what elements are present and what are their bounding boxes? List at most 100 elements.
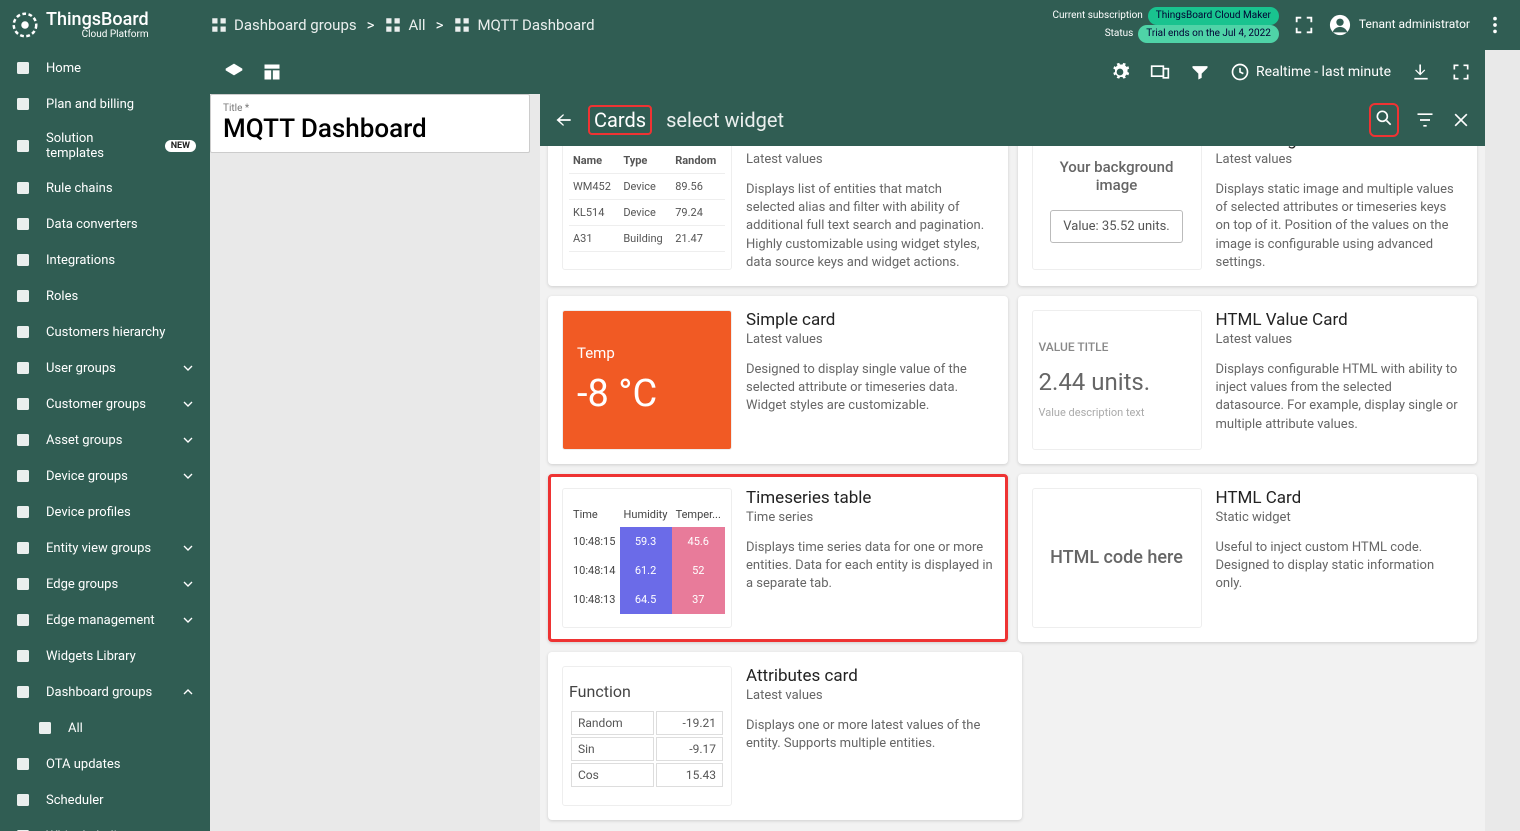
- dashboard-icon: [453, 16, 471, 34]
- widget-subtitle: Latest values: [746, 152, 994, 167]
- dash-icon: [14, 683, 32, 701]
- sidebar-item-label: Scheduler: [46, 793, 196, 808]
- sidebar-item-label: Customers hierarchy: [46, 325, 196, 340]
- widget-subtitle: Static widget: [1216, 510, 1464, 525]
- widget-subtitle: Latest values: [1216, 152, 1464, 167]
- sidebar-item-device-profiles[interactable]: Device profiles: [0, 494, 210, 530]
- new-badge: NEW: [165, 140, 196, 152]
- sidebar-item-plan-and-billing[interactable]: Plan and billing: [0, 86, 210, 122]
- sidebar-item-edge-management[interactable]: Edge management: [0, 602, 210, 638]
- widget-description: Displays configurable HTML with ability …: [1216, 361, 1464, 434]
- sidebar-item-customers-hierarchy[interactable]: Customers hierarchy: [0, 314, 210, 350]
- sidebar-item-white-labeling[interactable]: White Labeling: [0, 818, 210, 831]
- sidebar-item-label: Home: [46, 61, 196, 76]
- subscription-chip: ThingsBoard Cloud Maker: [1148, 7, 1279, 25]
- dashboard-icon: [384, 16, 402, 34]
- sidebar-item-label: Device profiles: [46, 505, 196, 520]
- dashboard-toolbar: Realtime - last minute: [210, 50, 1485, 94]
- back-icon[interactable]: [554, 110, 574, 130]
- sidebar-item-all[interactable]: All: [0, 710, 210, 746]
- sidebar-item-label: Widgets Library: [46, 649, 196, 664]
- sidebar-item-label: Entity view groups: [46, 541, 166, 556]
- sidebar-item-home[interactable]: Home: [0, 50, 210, 86]
- sidebar-item-widgets-library[interactable]: Widgets Library: [0, 638, 210, 674]
- layout-icon[interactable]: [262, 62, 282, 82]
- widget-description: Displays static image and multiple value…: [1216, 181, 1464, 272]
- sidebar-item-integrations[interactable]: Integrations: [0, 242, 210, 278]
- sidebar-item-entity-view-groups[interactable]: Entity view groups: [0, 530, 210, 566]
- chevron-down-icon: [180, 432, 196, 448]
- breadcrumb-dashboard-groups[interactable]: Dashboard groups: [210, 16, 357, 34]
- breadcrumb-all[interactable]: All: [384, 16, 425, 34]
- sidebar-item-edge-groups[interactable]: Edge groups: [0, 566, 210, 602]
- download-icon[interactable]: [1411, 62, 1431, 82]
- logo-text: ThingsBoard: [46, 11, 149, 29]
- sidebar-item-solution-templates[interactable]: Solution templates NEW: [0, 122, 210, 170]
- sched-icon: [14, 791, 32, 809]
- sidebar-item-roles[interactable]: Roles: [0, 278, 210, 314]
- sidebar-item-label: Device groups: [46, 469, 166, 484]
- sidebar-item-user-groups[interactable]: User groups: [0, 350, 210, 386]
- sidebar-item-device-groups[interactable]: Device groups: [0, 458, 210, 494]
- widget-subtitle: Latest values: [746, 688, 1008, 703]
- widget-card-html-card[interactable]: HTML code here HTML Card Static widget U…: [1018, 474, 1478, 642]
- sidebar-item-label: Edge management: [46, 613, 166, 628]
- conv-icon: [14, 215, 32, 233]
- gear-icon[interactable]: [1110, 62, 1130, 82]
- widget-subtitle: Latest values: [1216, 332, 1464, 347]
- sidebar-item-ota-updates[interactable]: OTA updates: [0, 746, 210, 782]
- timewindow-button[interactable]: Realtime - last minute: [1230, 62, 1391, 82]
- title-label: Title *: [223, 103, 517, 114]
- sidebar-item-data-converters[interactable]: Data converters: [0, 206, 210, 242]
- filter-icon[interactable]: [1415, 110, 1435, 130]
- devices-icon[interactable]: [1150, 62, 1170, 82]
- fullscreen-icon[interactable]: [1293, 14, 1315, 36]
- sidebar-item-dashboard-groups[interactable]: Dashboard groups: [0, 674, 210, 710]
- rule-icon: [14, 179, 32, 197]
- sidebar-item-label: Solution templates: [46, 131, 151, 161]
- filter-icon[interactable]: [1190, 62, 1210, 82]
- sidebar-item-rule-chains[interactable]: Rule chains: [0, 170, 210, 206]
- widget-card-timeseries-table[interactable]: TimeHumidityTemper...10:48:1559.345.610:…: [548, 474, 1008, 642]
- chevron-down-icon: [180, 396, 196, 412]
- search-button[interactable]: [1369, 103, 1399, 137]
- widget-card-html-value-card[interactable]: VALUE TITLE2.44 units.Value description …: [1018, 296, 1478, 464]
- shield-icon: [14, 287, 32, 305]
- more-icon[interactable]: [1484, 14, 1506, 36]
- widget-card-label-widget[interactable]: Your background imageValue: 35.52 units.…: [1018, 146, 1478, 286]
- user-menu[interactable]: Tenant administrator: [1329, 14, 1470, 36]
- sidebar-item-label: Data converters: [46, 217, 196, 232]
- edgemgmt-icon: [14, 611, 32, 629]
- widget-description: Displays list of entities that match sel…: [746, 181, 994, 272]
- widget-title: Label widget: [1216, 146, 1464, 150]
- subscription-status: Current subscription ThingsBoard Cloud M…: [1052, 7, 1278, 43]
- chevron-up-icon: [180, 684, 196, 700]
- user-role: Tenant administrator: [1359, 17, 1470, 33]
- sidebar-item-asset-groups[interactable]: Asset groups: [0, 422, 210, 458]
- widgets-icon: [14, 647, 32, 665]
- sidebar-item-label: Asset groups: [46, 433, 166, 448]
- widget-select-panel: Cards select widget NameTypeRandomWM452D…: [540, 94, 1485, 831]
- hier-icon: [14, 323, 32, 341]
- close-icon[interactable]: [1451, 110, 1471, 130]
- widget-title: Simple card: [746, 310, 994, 330]
- sidebar-item-customer-groups[interactable]: Customer groups: [0, 386, 210, 422]
- widget-card-entities-table[interactable]: NameTypeRandomWM452Device89.56KL514Devic…: [548, 146, 1008, 286]
- sidebar-item-label: Plan and billing: [46, 97, 196, 112]
- layers-icon[interactable]: [224, 62, 244, 82]
- app-header: ThingsBoard Cloud Platform Dashboard gro…: [0, 0, 1520, 50]
- dash-icon: [36, 719, 54, 737]
- fullscreen-icon[interactable]: [1451, 62, 1471, 82]
- breadcrumb: Dashboard groups > All > MQTT Dashboard: [210, 16, 595, 34]
- logo-subtitle: Cloud Platform: [46, 29, 149, 40]
- widget-card-simple-card[interactable]: Temp-8 °C Simple card Latest values Desi…: [548, 296, 1008, 464]
- logo[interactable]: ThingsBoard Cloud Platform: [0, 10, 210, 40]
- sidebar-item-scheduler[interactable]: Scheduler: [0, 782, 210, 818]
- widget-title: HTML Value Card: [1216, 310, 1464, 330]
- widget-card-attributes-card[interactable]: FunctionRandom-19.21Sin-9.17Cos15.43 Att…: [548, 652, 1022, 820]
- title-field[interactable]: Title * MQTT Dashboard: [210, 94, 530, 153]
- breadcrumb-current[interactable]: MQTT Dashboard: [453, 16, 594, 34]
- logo-icon: [10, 10, 40, 40]
- sidebar-item-label: Customer groups: [46, 397, 166, 412]
- search-icon: [1374, 108, 1394, 128]
